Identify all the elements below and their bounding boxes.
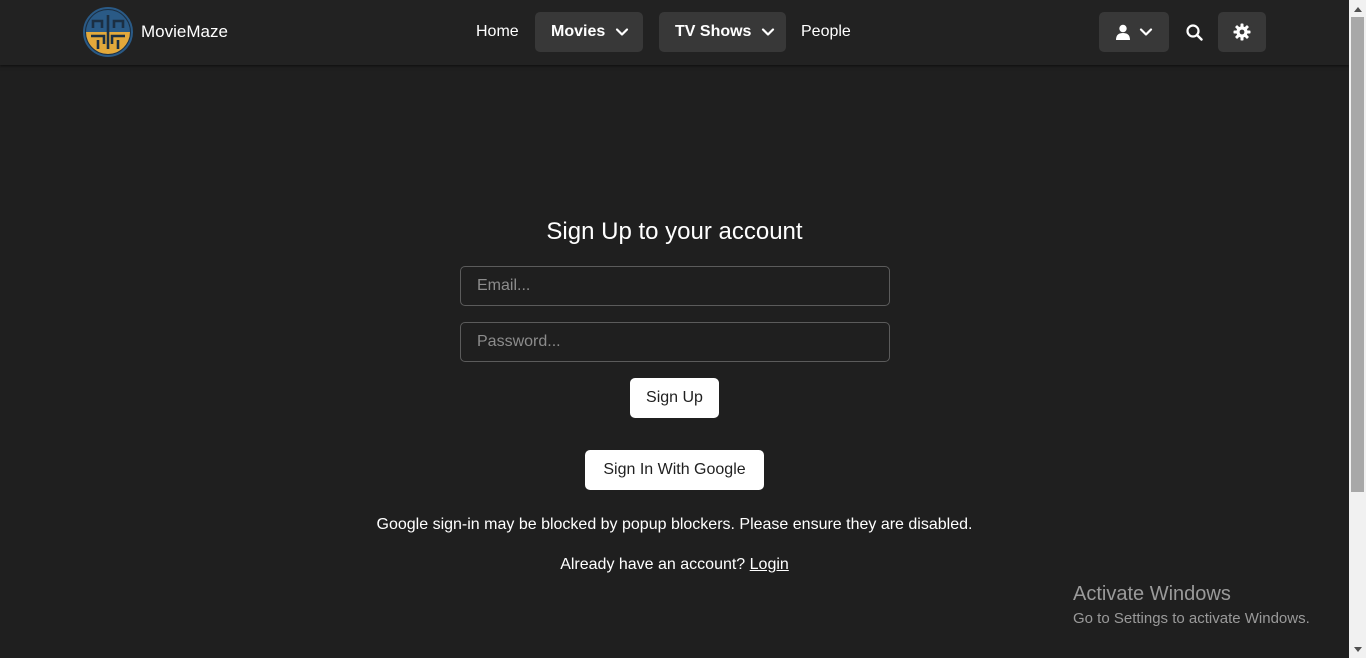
user-icon: [1116, 24, 1130, 40]
scroll-up-arrow-icon[interactable]: [1349, 0, 1366, 17]
moviemaze-logo-icon: [83, 7, 133, 57]
login-link[interactable]: Login: [750, 556, 789, 573]
theme-settings-button[interactable]: [1218, 12, 1266, 52]
brand-name: MovieMaze: [141, 22, 228, 41]
chevron-down-icon: [1139, 28, 1153, 36]
page-title: Sign Up to your account: [546, 218, 803, 245]
page: MovieMaze Home Movies TV Shows People Si…: [0, 0, 1366, 658]
gear-icon: [1233, 23, 1251, 41]
windows-activation-watermark: Activate Windows Go to Settings to activ…: [1073, 583, 1310, 627]
search-button[interactable]: [1177, 12, 1211, 52]
popup-blocker-note: Google sign-in may be blocked by popup b…: [376, 516, 973, 533]
chevron-down-icon: [762, 28, 775, 36]
google-sign-in-button[interactable]: Sign In With Google: [585, 450, 764, 490]
watermark-title: Activate Windows: [1073, 583, 1231, 605]
brand[interactable]: MovieMaze: [83, 7, 228, 57]
login-prompt: Already have an account? Login: [0, 556, 1349, 574]
scroll-thumb[interactable]: [1351, 17, 1364, 492]
already-have-account-text: Already have an account?: [560, 556, 746, 573]
search-icon: [1185, 23, 1203, 41]
email-field[interactable]: [460, 266, 890, 306]
user-menu-button[interactable]: [1099, 12, 1169, 52]
scroll-down-arrow-icon[interactable]: [1349, 641, 1366, 658]
nav-tv-shows-dropdown[interactable]: TV Shows: [659, 12, 786, 52]
nav-movies-label: Movies: [551, 23, 606, 40]
chevron-down-icon: [616, 28, 629, 36]
nav-home[interactable]: Home: [476, 12, 519, 52]
navbar: MovieMaze Home Movies TV Shows People: [0, 0, 1349, 65]
watermark-subtitle: Go to Settings to activate Windows.: [1073, 610, 1310, 627]
sign-up-button[interactable]: Sign Up: [630, 378, 719, 418]
vertical-scrollbar[interactable]: [1349, 0, 1366, 658]
password-field[interactable]: [460, 322, 890, 362]
nav-tv-shows-label: TV Shows: [675, 23, 752, 40]
nav-people[interactable]: People: [801, 12, 851, 52]
nav-movies-dropdown[interactable]: Movies: [535, 12, 643, 52]
